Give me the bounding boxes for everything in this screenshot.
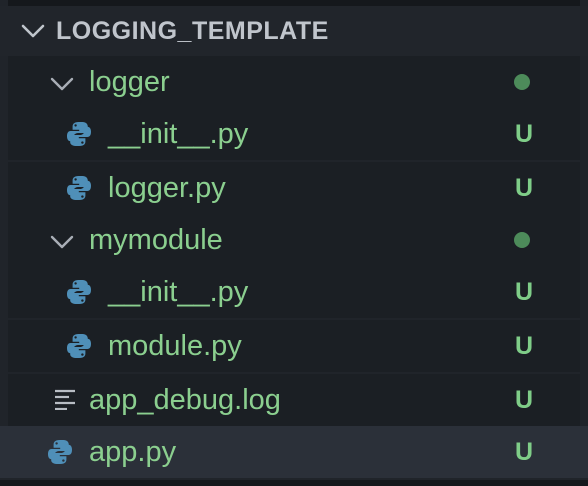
git-status-untracked: U [514,174,533,202]
chevron-down-icon [50,77,74,91]
python-icon [67,334,91,358]
tree-item-file[interactable]: __init__.py U [8,266,580,318]
tree-item-label: app_debug.log [89,384,281,416]
chevron-down-icon [50,235,74,249]
tree-item-file[interactable]: module.py U [8,320,580,372]
python-icon [67,122,91,146]
modified-dot-icon [514,74,530,90]
git-status-untracked: U [514,120,533,148]
git-status-untracked: U [514,438,533,466]
git-status-untracked: U [514,278,533,306]
file-explorer: LOGGING_TEMPLATE logger __init__.py U lo… [0,0,588,486]
modified-dot-icon [514,232,530,248]
tree-item-label: logger [89,66,170,98]
tree-item-label: __init__.py [108,276,249,308]
tree-item-folder-mymodule[interactable]: mymodule [8,214,580,266]
bottom-divider [0,480,588,486]
tree-item-label: logger.py [108,172,226,204]
explorer-section-header[interactable]: LOGGING_TEMPLATE [0,6,588,56]
python-icon [48,440,72,464]
tree-item-label: __init__.py [108,118,249,150]
git-status-untracked: U [514,386,533,414]
python-icon [67,176,91,200]
tree-item-label: module.py [108,330,242,362]
tree-item-file-selected[interactable]: app.py U [0,426,588,478]
tree-item-folder-logger[interactable]: logger [8,56,580,108]
tree-item-label: app.py [89,436,177,468]
tree-item-file[interactable]: __init__.py U [8,108,580,160]
lines-icon [55,389,75,410]
section-title: LOGGING_TEMPLATE [56,17,329,45]
chevron-down-icon [21,24,45,38]
tree-item-label: mymodule [89,224,223,256]
tree-item-file[interactable]: app_debug.log U [8,374,580,426]
tree-item-file[interactable]: logger.py U [8,162,580,214]
python-icon [67,280,91,304]
git-status-untracked: U [514,332,533,360]
